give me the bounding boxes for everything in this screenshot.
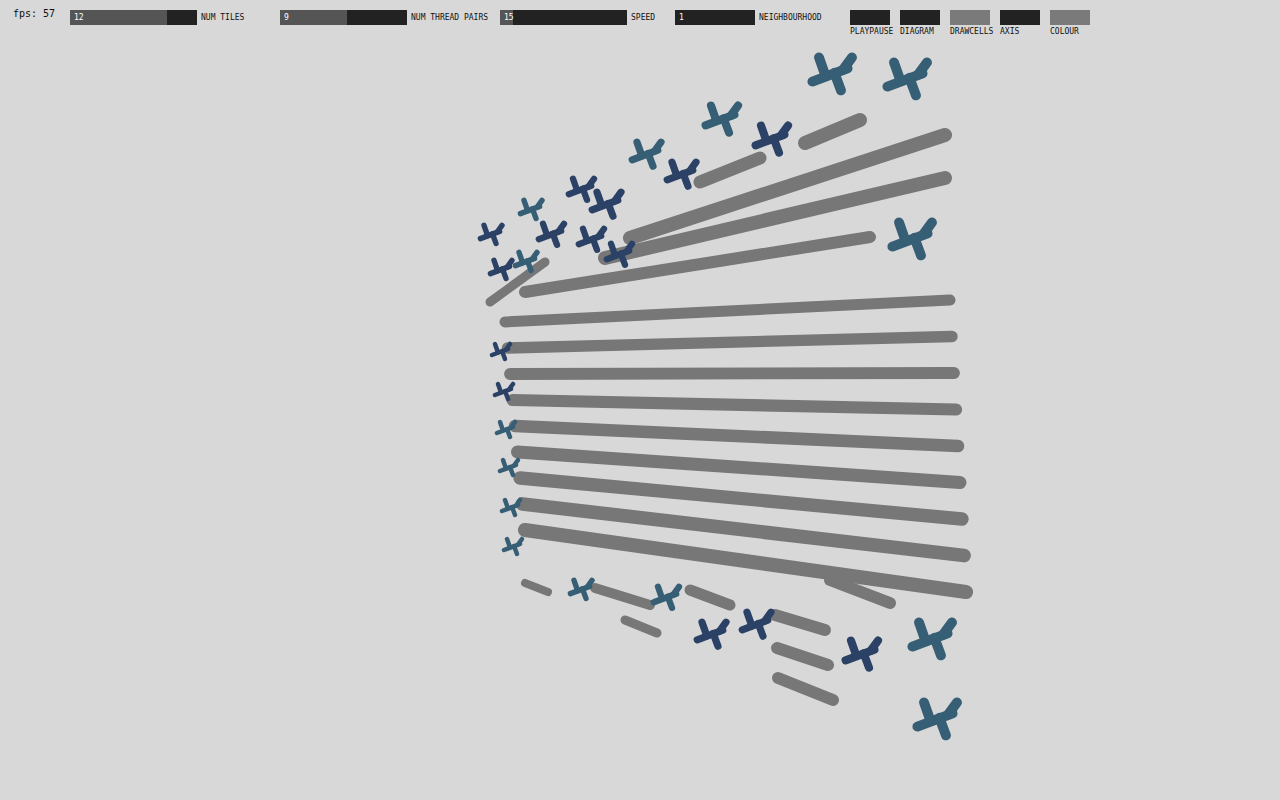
cell-figure bbox=[579, 229, 604, 250]
sketch-window: fps: 57 12 NUM TILES 9 NUM THREAD PAIRS … bbox=[0, 0, 1280, 800]
cell-figure bbox=[504, 539, 522, 554]
toggle-label: DRAWCELLS bbox=[950, 27, 1000, 37]
thread bbox=[513, 400, 957, 410]
cell-figure bbox=[495, 384, 513, 399]
control-bar: fps: 57 12 NUM TILES 9 NUM THREAD PAIRS … bbox=[0, 0, 1280, 37]
cell-figure bbox=[812, 57, 852, 90]
toggle[interactable]: DIAGRAM bbox=[900, 10, 950, 37]
thread bbox=[510, 373, 954, 374]
slider-label: NUM TILES bbox=[201, 13, 244, 22]
thread bbox=[778, 678, 833, 700]
thread bbox=[595, 588, 650, 605]
cell-figure bbox=[500, 460, 518, 475]
cell-figure bbox=[892, 222, 932, 255]
toggle-label: COLOUR bbox=[1050, 27, 1100, 37]
thread bbox=[505, 300, 950, 322]
cell-figure bbox=[706, 106, 738, 133]
slider-track[interactable]: 1 bbox=[675, 10, 755, 25]
cell-figure bbox=[887, 62, 927, 95]
cell-figure bbox=[502, 500, 520, 515]
cell-figure bbox=[632, 142, 661, 166]
cell-figure bbox=[520, 200, 542, 218]
thread bbox=[605, 178, 945, 258]
thread bbox=[830, 580, 890, 603]
cell-figure bbox=[515, 252, 537, 270]
cell-figure bbox=[654, 587, 679, 608]
slider[interactable]: 12 NUM TILES bbox=[70, 10, 280, 25]
thread bbox=[525, 530, 966, 592]
toggle[interactable]: AXIS bbox=[1000, 10, 1050, 37]
cell-figure bbox=[667, 162, 696, 186]
toggle-box[interactable] bbox=[1000, 10, 1040, 25]
cell-figure bbox=[480, 225, 502, 243]
slider[interactable]: 15 SPEED bbox=[500, 10, 675, 25]
cell-figure bbox=[539, 224, 564, 245]
cell-figure bbox=[756, 126, 788, 153]
cell-figure bbox=[497, 422, 515, 437]
toggle-box[interactable] bbox=[1050, 10, 1090, 25]
slider[interactable]: 1 NEIGHBOURHOOD bbox=[675, 10, 850, 25]
toggle[interactable]: COLOUR bbox=[1050, 10, 1100, 37]
fps-counter: fps: 57 bbox=[13, 8, 70, 20]
cell-figure bbox=[607, 244, 632, 265]
cell-figure bbox=[846, 641, 878, 668]
toggle[interactable]: DRAWCELLS bbox=[950, 10, 1000, 37]
slider[interactable]: 9 NUM THREAD PAIRS bbox=[280, 10, 500, 25]
slider-track[interactable]: 9 bbox=[280, 10, 407, 25]
slider-value: 12 bbox=[74, 12, 84, 23]
cell-figure bbox=[492, 344, 510, 359]
thread bbox=[690, 590, 730, 605]
thread bbox=[805, 120, 860, 143]
thread bbox=[777, 648, 828, 665]
slider-fill bbox=[70, 10, 167, 25]
slider-track[interactable]: 15 bbox=[500, 10, 627, 25]
cell-figure bbox=[569, 179, 594, 200]
cell-figure bbox=[592, 192, 621, 216]
toggle-label: AXIS bbox=[1000, 27, 1050, 37]
slider-value: 9 bbox=[284, 12, 289, 23]
thread bbox=[523, 504, 965, 556]
slider-fill bbox=[280, 10, 347, 25]
thread bbox=[700, 158, 760, 182]
cell-figure bbox=[697, 622, 726, 646]
cell-figure bbox=[917, 702, 957, 735]
thread bbox=[775, 615, 825, 630]
thread bbox=[625, 620, 657, 633]
slider-value: 15 bbox=[504, 12, 514, 23]
slider-label: NUM THREAD PAIRS bbox=[411, 13, 488, 22]
slider-value: 1 bbox=[679, 12, 684, 23]
toggle-label: PLAYPAUSE bbox=[850, 27, 900, 37]
slider-label: NEIGHBOURHOOD bbox=[759, 13, 822, 22]
cell-figure bbox=[912, 622, 952, 655]
cell-figure bbox=[570, 580, 592, 598]
toggle-box[interactable] bbox=[900, 10, 940, 25]
toggle-label: DIAGRAM bbox=[900, 27, 950, 37]
toggle-box[interactable] bbox=[850, 10, 890, 25]
thread bbox=[515, 426, 958, 446]
thread bbox=[508, 337, 953, 349]
slider-track[interactable]: 12 bbox=[70, 10, 197, 25]
toggle[interactable]: PLAYPAUSE bbox=[850, 10, 900, 37]
cell-figure bbox=[490, 260, 512, 278]
thread bbox=[525, 583, 548, 592]
weave-diagram[interactable] bbox=[0, 0, 1280, 800]
cell-figure bbox=[742, 612, 771, 636]
slider-label: SPEED bbox=[631, 13, 655, 22]
toggle-box[interactable] bbox=[950, 10, 990, 25]
